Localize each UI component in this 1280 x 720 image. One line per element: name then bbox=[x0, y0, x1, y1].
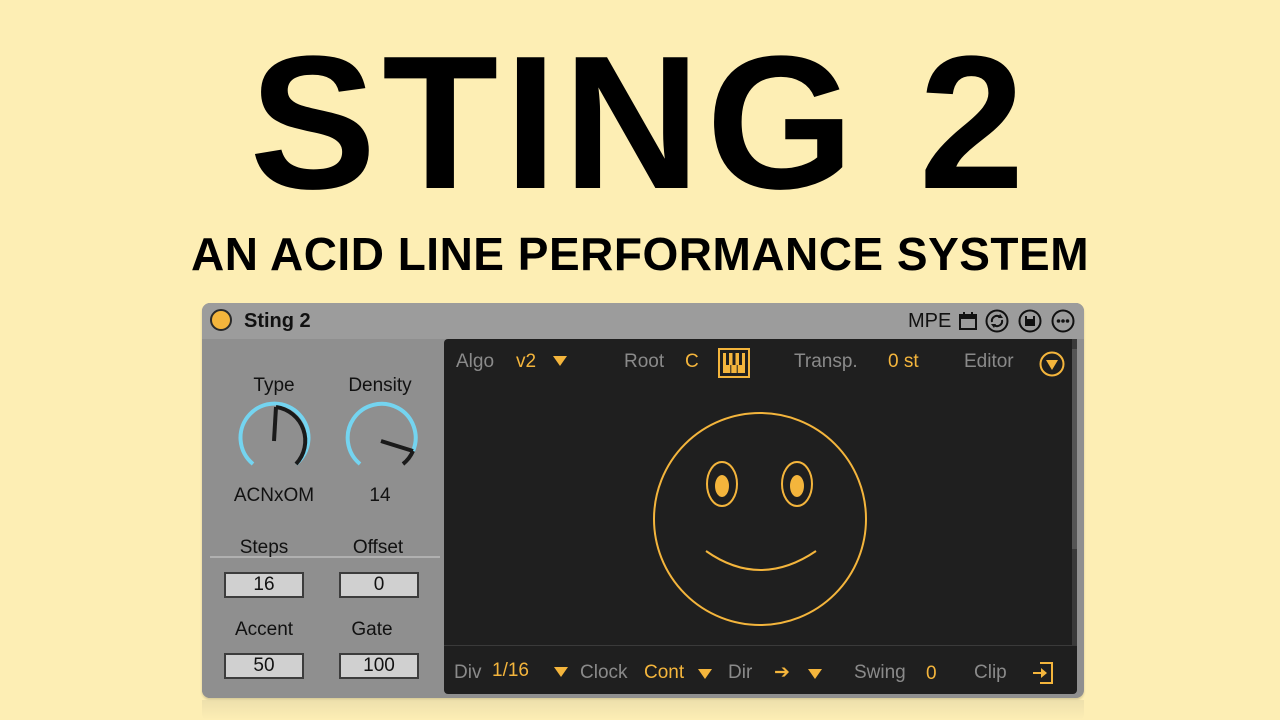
device-reflection bbox=[202, 700, 1084, 720]
device-title: Sting 2 bbox=[244, 310, 311, 332]
div-dropdown-icon[interactable] bbox=[554, 667, 568, 677]
type-knob[interactable] bbox=[234, 401, 314, 481]
div-label: Div bbox=[454, 662, 482, 683]
editor-toggle-icon[interactable] bbox=[1039, 351, 1065, 377]
density-value: 14 bbox=[369, 485, 391, 506]
clock-label: Clock bbox=[580, 662, 628, 683]
dir-label: Dir bbox=[728, 662, 753, 683]
swing-label: Swing bbox=[854, 662, 906, 683]
save-icon[interactable] bbox=[1018, 309, 1042, 333]
dir-dropdown-icon[interactable] bbox=[808, 669, 822, 679]
gate-label: Gate bbox=[351, 619, 393, 640]
accent-field[interactable]: 50 bbox=[224, 653, 304, 679]
transp-value[interactable]: 0 st bbox=[888, 350, 919, 374]
swing-value[interactable]: 0 bbox=[926, 662, 937, 686]
sting-device: Sting 2 MPE Type Density ACNxOM 14 Steps… bbox=[202, 303, 1084, 698]
density-knob[interactable] bbox=[341, 401, 421, 481]
subheadline: AN ACID LINE PERFORMANCE SYSTEM bbox=[190, 228, 1090, 280]
steps-label: Steps bbox=[239, 537, 289, 558]
steps-field[interactable]: 16 bbox=[224, 572, 304, 598]
device-power-toggle[interactable] bbox=[210, 309, 232, 331]
div-value[interactable]: 1/16 bbox=[492, 659, 529, 683]
accent-label: Accent bbox=[234, 619, 294, 640]
offset-label: Offset bbox=[352, 537, 404, 558]
left-parameter-panel: Type Density ACNxOM 14 Steps Offset 16 0… bbox=[202, 339, 442, 698]
clock-dropdown-icon[interactable] bbox=[698, 669, 712, 679]
more-icon[interactable] bbox=[1051, 309, 1075, 333]
smiley-face-display bbox=[653, 412, 867, 626]
root-label: Root bbox=[624, 351, 665, 372]
type-value: ACNxOM bbox=[233, 485, 315, 506]
type-label: Type bbox=[253, 375, 295, 396]
algo-value[interactable]: v2 bbox=[516, 350, 536, 374]
clip-label: Clip bbox=[974, 662, 1007, 683]
root-value[interactable]: C bbox=[685, 350, 699, 374]
clock-value[interactable]: Cont bbox=[644, 661, 684, 685]
bottom-separator bbox=[444, 645, 1077, 646]
headline: STING 2 bbox=[249, 17, 1031, 229]
editor-label: Editor bbox=[964, 351, 1014, 372]
offset-field[interactable]: 0 bbox=[339, 572, 419, 598]
algo-dropdown-icon[interactable] bbox=[553, 356, 567, 366]
transp-label: Transp. bbox=[794, 351, 858, 372]
main-display-panel: Algo v2 Root C Transp. 0 st Editor Div 1… bbox=[444, 339, 1077, 694]
calendar-icon[interactable] bbox=[958, 311, 978, 331]
clip-export-icon[interactable] bbox=[1032, 661, 1054, 685]
density-label: Density bbox=[348, 375, 412, 396]
scrollbar-thumb[interactable] bbox=[1072, 349, 1077, 549]
mpe-toggle[interactable]: MPE bbox=[908, 309, 951, 333]
gate-field[interactable]: 100 bbox=[339, 653, 419, 679]
piano-keys-icon[interactable] bbox=[718, 348, 750, 378]
algo-label: Algo bbox=[456, 351, 495, 372]
device-titlebar: Sting 2 MPE bbox=[202, 303, 1084, 339]
hot-swap-icon[interactable] bbox=[985, 309, 1009, 333]
dir-value[interactable]: ➔ bbox=[774, 661, 790, 685]
